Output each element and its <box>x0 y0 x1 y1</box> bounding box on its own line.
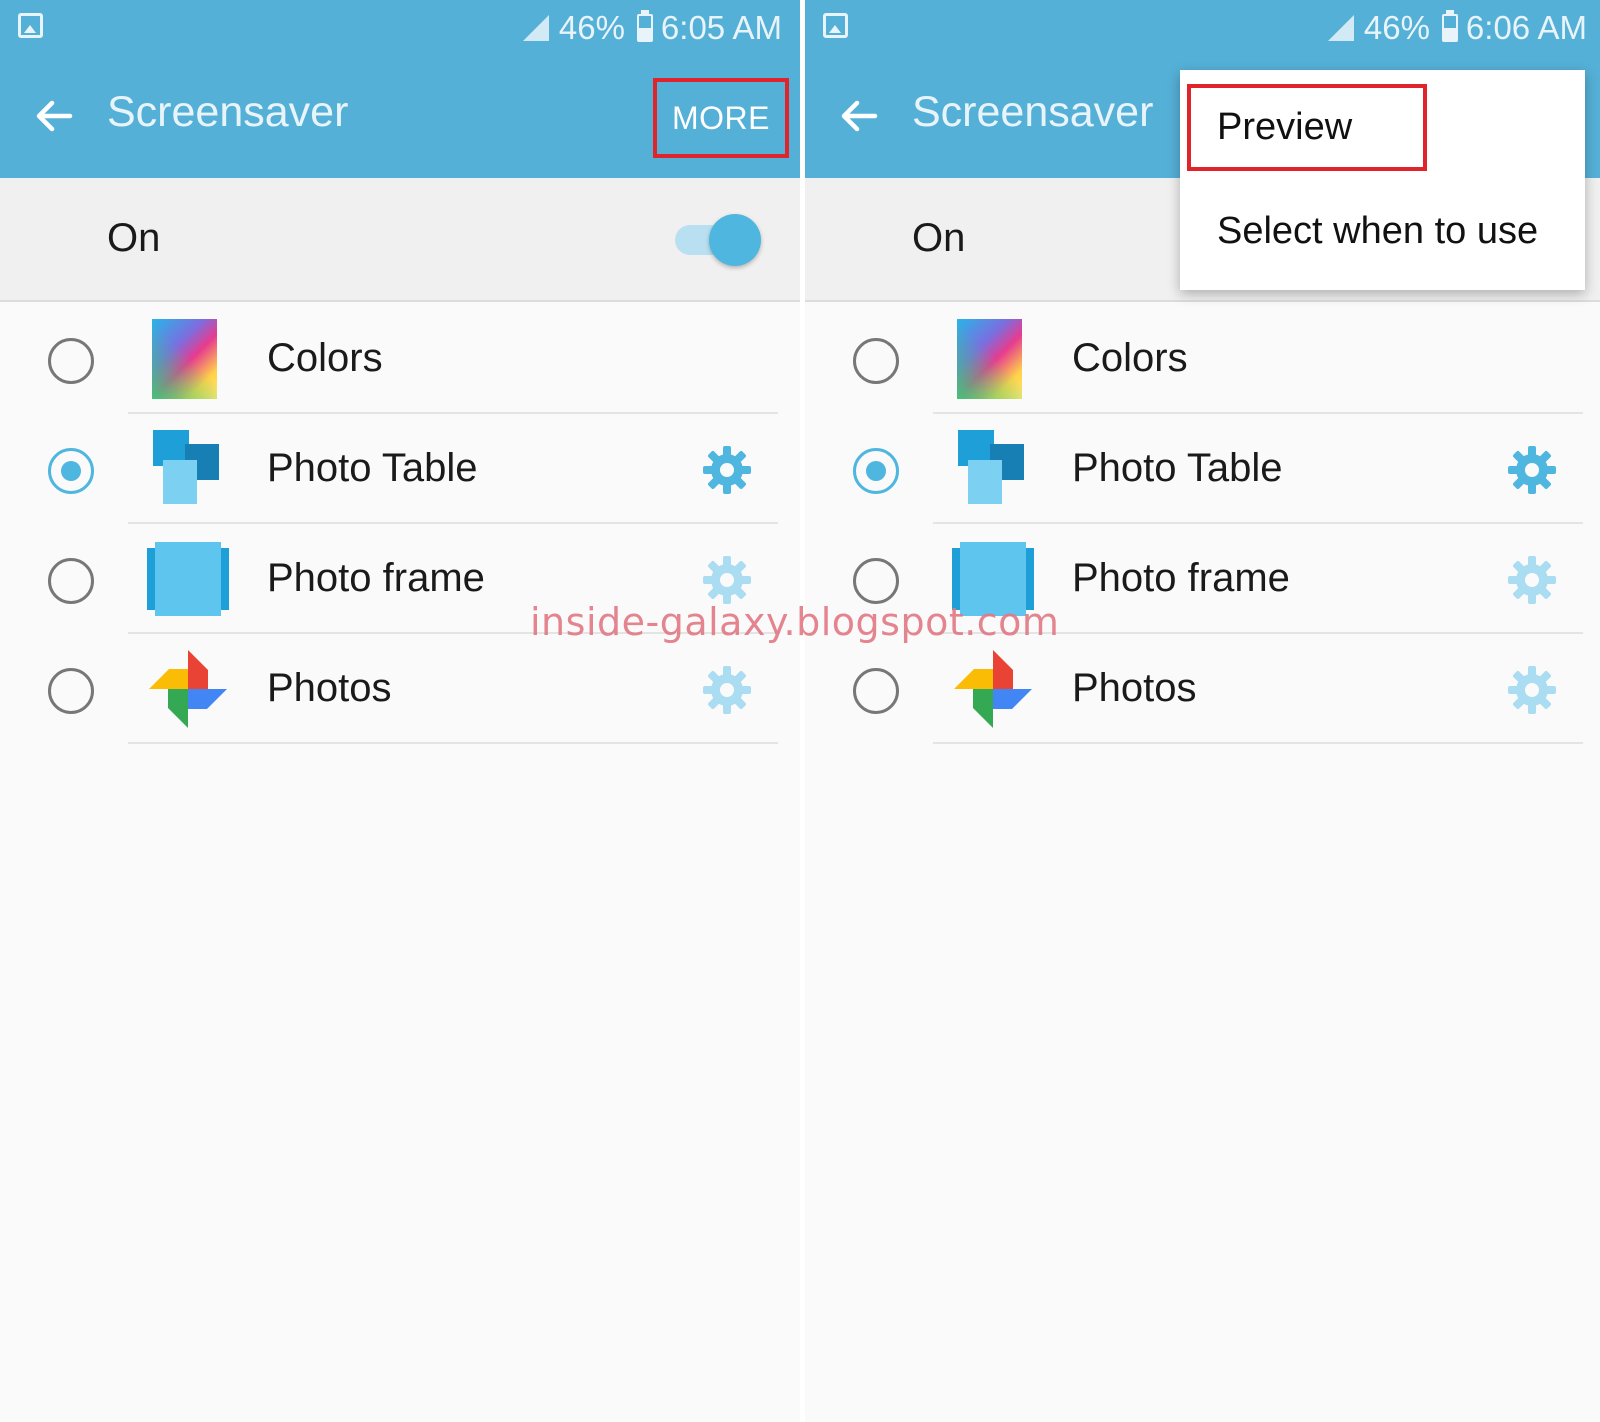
list-item-colors[interactable]: Colors <box>805 304 1600 414</box>
clock: 6:05 AM <box>660 9 782 46</box>
colors-icon <box>145 316 231 402</box>
radio-button-selected[interactable] <box>48 448 94 494</box>
toggle-label: On <box>912 216 966 260</box>
gear-icon[interactable] <box>701 444 753 496</box>
item-label: Photo Table <box>267 446 478 490</box>
gear-icon[interactable] <box>1506 664 1558 716</box>
more-button[interactable]: MORE <box>653 78 789 158</box>
radio-button[interactable] <box>48 668 94 714</box>
photos-pinwheel-icon <box>149 650 227 728</box>
status-indicators: 46% 6:05 AM <box>521 6 782 50</box>
item-label: Photo frame <box>267 556 485 600</box>
photos-pinwheel-icon <box>954 650 1032 728</box>
overflow-menu: Preview Select when to use <box>1180 70 1585 290</box>
photo-table-icon <box>153 430 219 504</box>
menu-item-preview[interactable]: Preview <box>1187 84 1427 171</box>
list-item-colors[interactable]: Colors <box>0 304 800 414</box>
item-label: Photo frame <box>1072 556 1290 600</box>
battery-icon <box>636 10 653 42</box>
item-label: Photos <box>1072 666 1197 710</box>
list-item-photos[interactable]: Photos <box>805 634 1600 744</box>
page-title: Screensaver <box>912 88 1154 136</box>
radio-button[interactable] <box>853 338 899 384</box>
radio-button-selected[interactable] <box>853 448 899 494</box>
status-indicators: 46% 6:06 AM <box>1326 6 1587 50</box>
back-arrow-icon[interactable] <box>30 92 78 140</box>
watermark: inside-galaxy.blogspot.com <box>530 600 1060 644</box>
screensaver-toggle-row[interactable]: On <box>0 178 800 302</box>
gear-icon[interactable] <box>1506 444 1558 496</box>
list-item-photo-table[interactable]: Photo Table <box>0 414 800 524</box>
clock: 6:06 AM <box>1465 9 1587 46</box>
gallery-icon <box>823 13 848 38</box>
list-item-photos[interactable]: Photos <box>0 634 800 744</box>
screensaver-list: Colors Photo Table Photo frame Photos <box>0 304 800 744</box>
screen-left: 46% 6:05 AM Screensaver MORE On Colors P… <box>0 0 800 1422</box>
back-arrow-icon[interactable] <box>835 92 883 140</box>
list-item-photo-table[interactable]: Photo Table <box>805 414 1600 524</box>
status-bar: 46% 6:05 AM <box>0 0 800 56</box>
photo-frame-icon <box>147 542 229 616</box>
gear-icon[interactable] <box>701 554 753 606</box>
gear-icon[interactable] <box>701 664 753 716</box>
item-label: Photos <box>267 666 392 710</box>
photo-table-icon <box>958 430 1024 504</box>
radio-button[interactable] <box>48 558 94 604</box>
signal-icon <box>522 15 549 41</box>
signal-icon <box>1327 15 1354 41</box>
battery-icon <box>1441 10 1458 42</box>
battery-percent: 46% <box>1363 9 1430 46</box>
radio-button[interactable] <box>853 558 899 604</box>
gear-icon[interactable] <box>1506 554 1558 606</box>
radio-button[interactable] <box>48 338 94 384</box>
item-label: Colors <box>1072 336 1188 380</box>
menu-item-select-when-to-use[interactable]: Select when to use <box>1217 210 1538 253</box>
app-bar: Screensaver MORE <box>0 56 800 178</box>
item-label: Photo Table <box>1072 446 1283 490</box>
toggle-switch[interactable] <box>709 214 761 266</box>
item-label: Colors <box>267 336 383 380</box>
radio-button[interactable] <box>853 668 899 714</box>
status-bar: 46% 6:06 AM <box>805 0 1600 56</box>
gallery-icon <box>18 13 43 38</box>
toggle-label: On <box>107 216 161 260</box>
colors-icon <box>950 316 1036 402</box>
page-title: Screensaver <box>107 88 349 136</box>
battery-percent: 46% <box>558 9 625 46</box>
screensaver-list: Colors Photo Table Photo frame Photos <box>805 304 1600 744</box>
